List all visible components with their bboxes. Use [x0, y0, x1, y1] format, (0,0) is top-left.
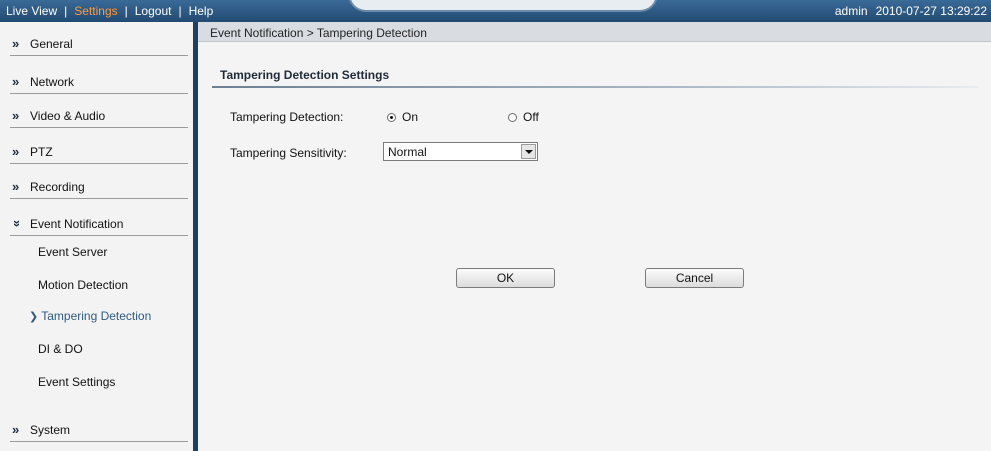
nav-separator: | — [178, 4, 182, 18]
sidebar-item-label: Event Notification — [30, 217, 124, 231]
tampering-detection-label: Tampering Detection: — [230, 110, 344, 124]
radio-on-label: On — [402, 110, 419, 124]
sensitivity-value: Normal — [388, 145, 427, 159]
sidebar-item-ptz[interactable]: » PTZ — [10, 138, 188, 164]
radio-off-label: Off — [523, 110, 539, 124]
sidebar-item-label: Video & Audio — [30, 109, 106, 123]
double-chevron-right-icon: » — [12, 74, 19, 89]
double-chevron-down-icon: » — [10, 219, 26, 226]
sidebar-subitem-label: Tampering Detection — [41, 309, 152, 323]
double-chevron-right-icon: » — [12, 108, 19, 123]
sidebar-subitem-tampering-detection[interactable]: ❯ Tampering Detection — [29, 309, 151, 323]
sidebar-item-label: PTZ — [30, 145, 53, 159]
nav-logout[interactable]: Logout — [135, 4, 172, 18]
top-decoration — [348, 0, 658, 12]
breadcrumb: Event Notification > Tampering Detection — [198, 22, 991, 42]
datetime: 2010-07-27 13:29:22 — [875, 4, 987, 18]
radio-off[interactable]: Off — [508, 110, 539, 124]
username: admin — [834, 4, 868, 18]
sidebar-subitem-event-settings[interactable]: Event Settings — [38, 375, 115, 389]
sidebar-item-system[interactable]: » System — [10, 416, 188, 442]
nav-settings[interactable]: Settings — [74, 4, 117, 18]
sidebar-item-recording[interactable]: » Recording — [10, 173, 188, 199]
nav-live-view[interactable]: Live View — [6, 4, 57, 18]
sensitivity-label: Tampering Sensitivity: — [230, 146, 347, 160]
sidebar-item-network[interactable]: » Network — [10, 68, 188, 94]
sidebar-subitem-motion-detection[interactable]: Motion Detection — [38, 278, 128, 292]
sidebar-subitem-event-server[interactable]: Event Server — [38, 245, 107, 259]
user-info: admin 2010-07-27 13:29:22 — [835, 4, 987, 18]
nav-help[interactable]: Help — [189, 4, 214, 18]
cancel-button[interactable]: Cancel — [645, 268, 744, 288]
sidebar-item-general[interactable]: » General — [10, 30, 188, 56]
sidebar-item-label: Recording — [30, 180, 85, 194]
double-chevron-right-icon: » — [12, 179, 19, 194]
chevron-down-icon[interactable] — [521, 144, 536, 159]
double-chevron-right-icon: » — [12, 422, 19, 437]
radio-unselected-icon — [508, 113, 517, 122]
sidebar-item-label: General — [30, 37, 73, 51]
breadcrumb-text: Event Notification > Tampering Detection — [210, 26, 427, 40]
top-nav: Live View | Settings | Logout | Help — [6, 4, 213, 18]
sidebar-item-event-notification[interactable]: » Event Notification — [10, 210, 188, 236]
sidebar-item-label: Network — [30, 75, 75, 89]
section-title: Tampering Detection Settings — [220, 68, 390, 82]
double-chevron-right-icon: » — [12, 36, 19, 51]
chevron-right-icon: ❯ — [29, 311, 39, 323]
section-divider — [212, 86, 978, 88]
main-content: Event Notification > Tampering Detection… — [198, 22, 991, 451]
sidebar-subitem-di-do[interactable]: DI & DO — [38, 342, 83, 356]
top-bar: Live View | Settings | Logout | Help admin 2010… — [0, 0, 991, 22]
sidebar-item-video-audio[interactable]: » Video & Audio — [10, 102, 188, 128]
sidebar-item-label: System — [30, 423, 71, 437]
ok-button[interactable]: OK — [456, 268, 555, 288]
sensitivity-select[interactable]: Normal — [383, 142, 538, 161]
nav-separator: | — [124, 4, 128, 18]
sidebar: » General » Network » Video & Audio » PT… — [0, 22, 193, 451]
radio-selected-icon — [387, 113, 396, 122]
nav-separator: | — [64, 4, 68, 18]
radio-on[interactable]: On — [387, 110, 418, 124]
double-chevron-right-icon: » — [12, 144, 19, 159]
